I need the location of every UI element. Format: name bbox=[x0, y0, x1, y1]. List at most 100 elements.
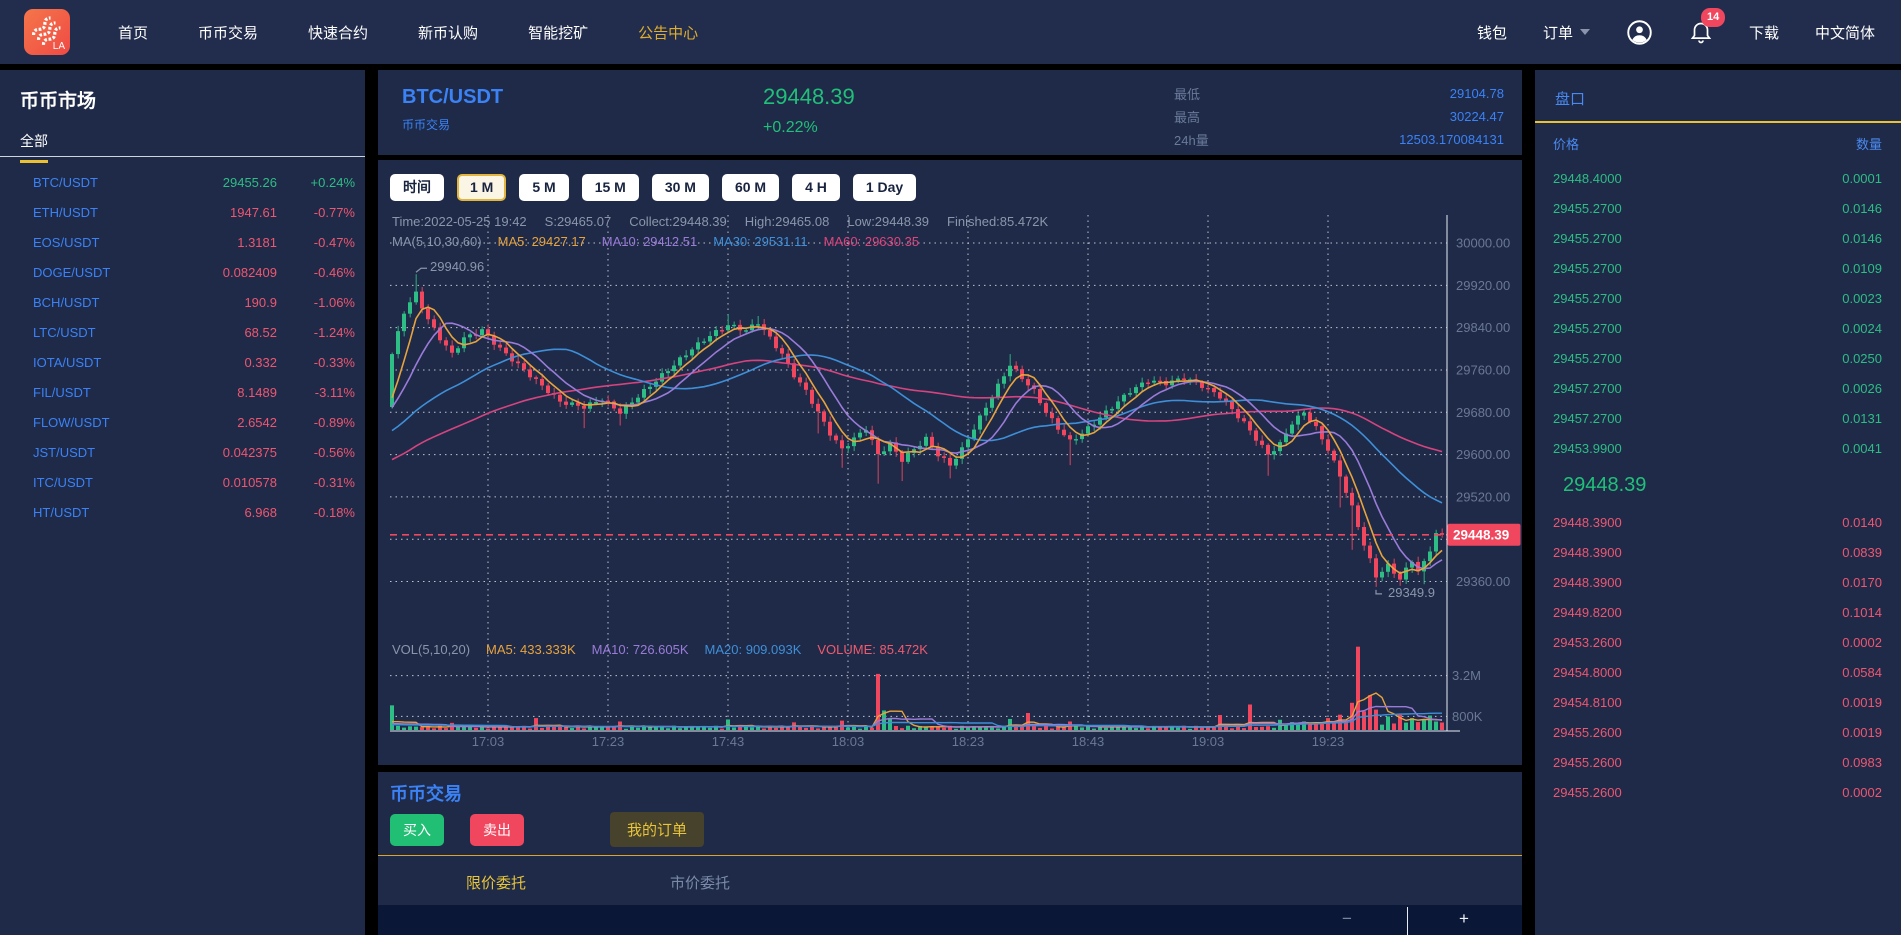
nav-item-首页[interactable]: 首页 bbox=[118, 22, 148, 43]
notifications-button[interactable]: 14 bbox=[1689, 19, 1713, 45]
nav-item-公告中心[interactable]: 公告中心 bbox=[638, 22, 698, 43]
ask-row[interactable]: 29457.27000.0026 bbox=[1535, 373, 1901, 403]
interval-30M[interactable]: 30 M bbox=[652, 174, 709, 201]
pair-row-FIL/USDT[interactable]: FIL/USDT8.1489-3.11% bbox=[0, 377, 365, 407]
pair-price: 68.52 bbox=[165, 325, 277, 340]
orders-dropdown[interactable]: 订单 bbox=[1543, 22, 1590, 43]
price-stepper: − + bbox=[378, 905, 1522, 935]
pair-row-ETH/USDT[interactable]: ETH/USDT1947.61-0.77% bbox=[0, 197, 365, 227]
bid-row[interactable]: 29448.39000.0839 bbox=[1535, 537, 1901, 567]
pair-change: -1.06% bbox=[277, 295, 355, 310]
bid-amount: 0.0170 bbox=[1842, 575, 1882, 590]
pair-name: DOGE/USDT bbox=[33, 265, 165, 280]
orders-label: 订单 bbox=[1543, 22, 1573, 43]
pair-row-IOTA/USDT[interactable]: IOTA/USDT0.332-0.33% bbox=[0, 347, 365, 377]
stat-label: 最低 bbox=[1174, 84, 1200, 103]
vol-ma5: MA5: 433.333K bbox=[486, 642, 576, 657]
ask-row[interactable]: 29453.99000.0041 bbox=[1535, 433, 1901, 463]
pair-row-BTC/USDT[interactable]: BTC/USDT29455.26+0.24% bbox=[0, 167, 365, 197]
sell-button[interactable]: 卖出 bbox=[470, 814, 524, 846]
language-selector[interactable]: 中文简体 bbox=[1815, 22, 1875, 43]
bid-row[interactable]: 29448.39000.0140 bbox=[1535, 507, 1901, 537]
vol-group-label: VOL(5,10,20) bbox=[392, 642, 470, 657]
pair-price: 6.968 bbox=[165, 505, 277, 520]
wallet-link[interactable]: 钱包 bbox=[1477, 22, 1507, 43]
ask-amount: 0.0026 bbox=[1842, 381, 1882, 396]
bid-row[interactable]: 29448.3900 0.0170 bbox=[1535, 567, 1901, 597]
bid-row[interactable]: 29449.82000.1014 bbox=[1535, 597, 1901, 627]
bid-price: 29448.3900 bbox=[1553, 575, 1622, 590]
download-link[interactable]: 下载 bbox=[1749, 22, 1779, 43]
pair-row-DOGE/USDT[interactable]: DOGE/USDT0.082409-0.46% bbox=[0, 257, 365, 287]
symbol-subtitle: 币币交易 bbox=[402, 116, 503, 133]
pair-change: -0.46% bbox=[277, 265, 355, 280]
bid-row[interactable]: 29454.80000.0584 bbox=[1535, 657, 1901, 687]
ask-row[interactable]: 29457.27000.0131 bbox=[1535, 403, 1901, 433]
ask-row[interactable]: 29455.27000.0146 bbox=[1535, 193, 1901, 223]
profile-button[interactable] bbox=[1626, 19, 1653, 46]
app-logo[interactable]: LA bbox=[24, 9, 70, 55]
stat-label: 最高 bbox=[1174, 107, 1200, 126]
pair-row-FLOW/USDT[interactable]: FLOW/USDT2.6542-0.89% bbox=[0, 407, 365, 437]
pair-price: 190.9 bbox=[165, 295, 277, 310]
interval-4H[interactable]: 4 H bbox=[792, 174, 840, 201]
ask-row[interactable]: 29455.27000.0024 bbox=[1535, 313, 1901, 343]
symbol-name[interactable]: BTC/USDT bbox=[402, 86, 503, 109]
bid-row[interactable]: 29455.26000.0983 bbox=[1535, 747, 1901, 777]
pair-row-LTC/USDT[interactable]: LTC/USDT68.52-1.24% bbox=[0, 317, 365, 347]
trade-panel-title: 币币交易 bbox=[390, 780, 462, 806]
pair-name: JST/USDT bbox=[33, 445, 165, 460]
pair-name: FIL/USDT bbox=[33, 385, 165, 400]
pair-price: 2.6542 bbox=[165, 415, 277, 430]
stepper-minus-button[interactable]: − bbox=[1330, 905, 1364, 935]
stepper-plus-button[interactable]: + bbox=[1447, 905, 1481, 935]
bid-price: 29448.3900 bbox=[1553, 515, 1622, 530]
pair-row-BCH/USDT[interactable]: BCH/USDT190.9-1.06% bbox=[0, 287, 365, 317]
svg-text:19:23: 19:23 bbox=[1312, 734, 1345, 749]
ask-amount: 0.0041 bbox=[1842, 441, 1882, 456]
my-orders-button[interactable]: 我的订单 bbox=[610, 812, 704, 847]
pair-row-HT/USDT[interactable]: HT/USDT6.968-0.18% bbox=[0, 497, 365, 527]
tab-限价委托[interactable]: 限价委托 bbox=[426, 872, 566, 893]
svg-text:17:43: 17:43 bbox=[712, 734, 745, 749]
ask-row[interactable]: 29455.27000.0109 bbox=[1535, 253, 1901, 283]
ask-row[interactable]: 29455.27000.0250 bbox=[1535, 343, 1901, 373]
tab-all-markets[interactable]: 全部 bbox=[20, 131, 48, 163]
ask-amount: 0.0146 bbox=[1842, 231, 1882, 246]
interval-15M[interactable]: 15 M bbox=[582, 174, 639, 201]
kline-chart[interactable]: 30000.0029920.0029840.0029760.0029680.00… bbox=[378, 210, 1522, 758]
interval-1Day[interactable]: 1 Day bbox=[853, 174, 916, 201]
interval-5M[interactable]: 5 M bbox=[519, 174, 568, 201]
orderbook-asks: 29448.40000.0001 29455.2700 0.0146 29455.27… bbox=[1535, 163, 1901, 463]
nav-item-智能挖矿[interactable]: 智能挖矿 bbox=[528, 22, 588, 43]
tab-市价委托[interactable]: 市价委托 bbox=[630, 872, 770, 893]
bid-row[interactable]: 29453.26000.0002 bbox=[1535, 627, 1901, 657]
ask-row[interactable]: 29455.2700 0.0146 bbox=[1535, 223, 1901, 253]
time-label-button[interactable]: 时间 bbox=[390, 174, 444, 201]
interval-1M[interactable]: 1 M bbox=[457, 174, 506, 201]
nav-item-新币认购[interactable]: 新币认购 bbox=[418, 22, 478, 43]
ma-info-line: MA(5,10,30,60) MA5: 29427.17 MA10: 29412… bbox=[392, 234, 919, 249]
svg-text:29360.00: 29360.00 bbox=[1456, 574, 1510, 589]
pair-row-ITC/USDT[interactable]: ITC/USDT0.010578-0.31% bbox=[0, 467, 365, 497]
ask-price: 29455.2700 bbox=[1553, 201, 1622, 216]
nav-item-币币交易[interactable]: 币币交易 bbox=[198, 22, 258, 43]
logo-text: LA bbox=[53, 41, 65, 52]
svg-text:29680.00: 29680.00 bbox=[1456, 405, 1510, 420]
pair-name: EOS/USDT bbox=[33, 235, 165, 250]
interval-60M[interactable]: 60 M bbox=[722, 174, 779, 201]
buy-button[interactable]: 买入 bbox=[390, 814, 444, 846]
bid-row[interactable]: 29455.26000.0019 bbox=[1535, 717, 1901, 747]
bid-price: 29453.2600 bbox=[1553, 635, 1622, 650]
pair-row-EOS/USDT[interactable]: EOS/USDT1.3181-0.47% bbox=[0, 227, 365, 257]
bid-row[interactable]: 29455.26000.0002 bbox=[1535, 777, 1901, 807]
ask-row[interactable]: 29455.27000.0023 bbox=[1535, 283, 1901, 313]
ask-row[interactable]: 29448.40000.0001 bbox=[1535, 163, 1901, 193]
pair-row-JST/USDT[interactable]: JST/USDT0.042375-0.56% bbox=[0, 437, 365, 467]
bid-price: 29455.2600 bbox=[1553, 755, 1622, 770]
ask-price: 29455.2700 bbox=[1553, 351, 1622, 366]
info-volume: Finished:85.472K bbox=[947, 214, 1048, 229]
ask-price: 29455.2700 bbox=[1553, 231, 1622, 246]
nav-item-快速合约[interactable]: 快速合约 bbox=[308, 22, 368, 43]
bid-row[interactable]: 29454.81000.0019 bbox=[1535, 687, 1901, 717]
